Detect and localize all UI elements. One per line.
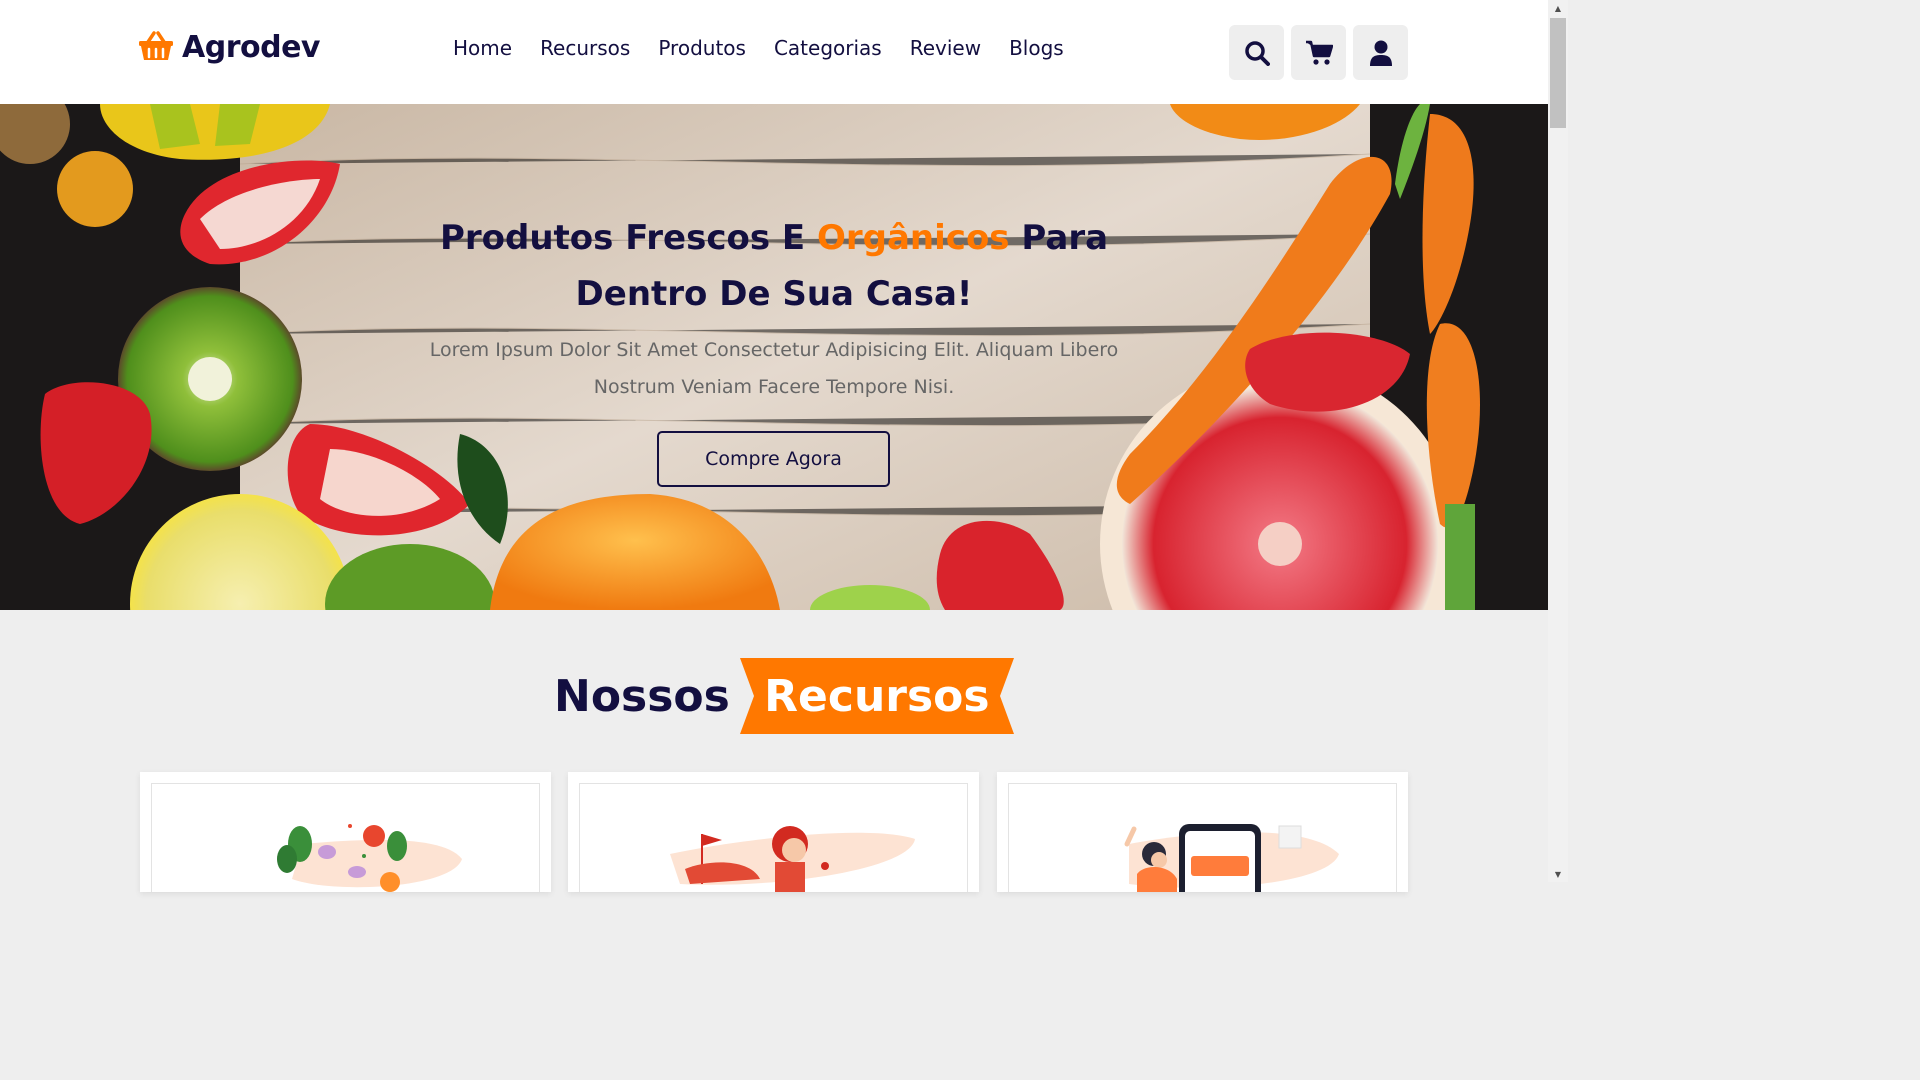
hero-title-part1: Produtos Frescos E	[439, 218, 806, 258]
cart-icon	[1305, 40, 1333, 65]
heading-main: Nossos	[554, 670, 730, 722]
hero-description: Lorem Ipsum Dolor Sit Amet Consectetur A…	[429, 339, 1119, 398]
header-icons	[1229, 25, 1408, 80]
nav-home[interactable]: Home	[453, 36, 512, 60]
user-button[interactable]	[1353, 25, 1408, 80]
heading-accent: Recursos	[739, 658, 1014, 734]
scroll-down-arrow-icon[interactable]: ▼	[1548, 866, 1568, 882]
feature-card-inner	[151, 783, 540, 892]
feature-card-inner	[579, 783, 968, 892]
page-scrollbar[interactable]: ▲ ▼	[1548, 0, 1568, 882]
scroll-thumb[interactable]	[1550, 18, 1566, 128]
user-icon	[1369, 40, 1392, 66]
logo-text: Agrodev	[182, 30, 320, 65]
shop-now-button[interactable]: Compre Agora	[657, 431, 890, 487]
delivery-illustration	[670, 826, 915, 892]
nav-recursos[interactable]: Recursos	[540, 36, 630, 60]
main-nav: Home Recursos Produtos Categorias Review…	[453, 36, 1064, 60]
nav-produtos[interactable]: Produtos	[658, 36, 746, 60]
hero-title: Produtos Frescos E Orgânicos Para Dentro…	[374, 210, 1174, 322]
basket-icon	[138, 30, 174, 65]
hero-title-accent: Orgânicos	[816, 218, 1010, 258]
feature-card-inner	[1008, 783, 1397, 892]
site-header: Agrodev Home Recursos Produtos Categoria…	[0, 0, 1548, 104]
vegetables-illustration	[277, 824, 462, 892]
hero-section: Produtos Frescos E Orgânicos Para Dentro…	[0, 104, 1548, 610]
nav-blogs[interactable]: Blogs	[1009, 36, 1064, 60]
section-heading: Nossos Recursos	[554, 658, 1014, 734]
feature-card	[568, 772, 979, 892]
search-icon	[1244, 40, 1270, 66]
logo[interactable]: Agrodev	[138, 30, 320, 65]
feature-card	[997, 772, 1408, 892]
feature-card	[140, 772, 551, 892]
nav-categorias[interactable]: Categorias	[774, 36, 882, 60]
scroll-up-arrow-icon[interactable]: ▲	[1548, 0, 1568, 16]
search-button[interactable]	[1229, 25, 1284, 80]
features-section: Nossos Recursos	[0, 610, 1548, 892]
hero-content: Produtos Frescos E Orgânicos Para Dentro…	[0, 104, 1548, 610]
nav-review[interactable]: Review	[910, 36, 981, 60]
cart-button[interactable]	[1291, 25, 1346, 80]
heading-accent-text: Recursos	[764, 670, 990, 722]
mobile-payment-illustration	[1124, 824, 1339, 892]
